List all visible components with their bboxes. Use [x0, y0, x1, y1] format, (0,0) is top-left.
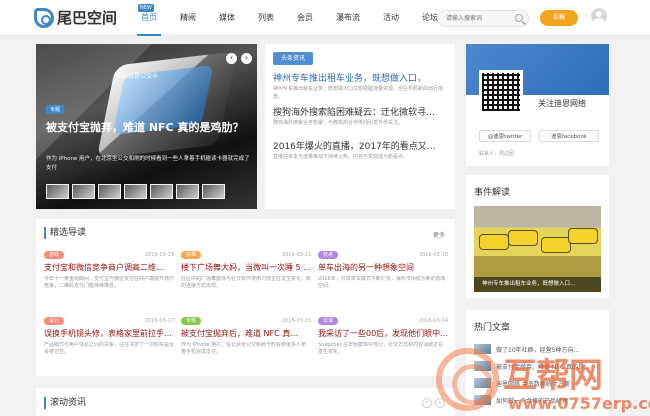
- featured-card-description: 作为 iPhone 用户，在北京坐公交和刷卡时看到很多人拿着手机完成支付。: [181, 342, 307, 355]
- news-description: 搜狗海外搜索业务暂缓，与微软的合作传闻引发外界关注。: [273, 120, 404, 126]
- featured-card-description: 今年十一黄金周期间，支付宝与微信支付在商户端展开激烈竞争，二维码支付门槛持续降低…: [44, 276, 174, 289]
- news-item[interactable]: 搜狗海外搜索陷困难疑云：迂化微软寻… 搜狗海外搜索业务暂缓，与微软的合作传闻引发…: [273, 107, 447, 135]
- featured-card-title[interactable]: 单车出海的另一种想象空间: [318, 262, 448, 273]
- post-date: 2016-03-15: [281, 317, 311, 324]
- post-date: 2016-03-19: [144, 251, 174, 258]
- category-pill[interactable]: 设计: [44, 316, 65, 325]
- featured-card-description: 社区中的广场舞群体与社交软件使用习惯正在发生变化，新的连接方式出现。: [181, 276, 311, 289]
- post-button[interactable]: 投稿: [540, 10, 578, 26]
- event-section-title: 事件解读: [474, 188, 511, 198]
- headline-news: 头条资讯 神州专车推出租车业务，既想做入口， 神州专车推出租车业务，既想做入口又…: [265, 44, 455, 209]
- site-watermark: 互帮网 www.0757erp.com: [436, 348, 650, 416]
- category-pill[interactable]: 访谈: [318, 316, 339, 325]
- hero-slider[interactable]: 手机就是公交卡 专题 被支付宝抛弃，难道 NFC 真的是鸡肋？ 作为 iPhon…: [36, 44, 257, 209]
- featured-grid: 游戏 2016-03-19 支付宝和微信竞争商户调高二维… 今年十一黄金周期间，支…: [44, 250, 452, 372]
- hero-title[interactable]: 被支付宝抛弃，难道 NFC 真的是鸡肋？: [46, 121, 252, 135]
- featured-card[interactable]: 专题 2016-03-15 被支付宝抛弃后，难道 NFC 真… 作为 iPhone…: [181, 316, 315, 372]
- hero-thumbnail[interactable]: [72, 184, 95, 199]
- follow-card: 关注迪恩网络 @迪恩twitter 迪恩facebook 联系人：周边团: [466, 44, 609, 166]
- category-pill[interactable]: 投稿: [181, 250, 202, 259]
- post-date: 2016-03-17: [144, 317, 174, 324]
- news-description: 直播在资本与流量推动下持续火热，内容与变现成为新看点。: [273, 154, 409, 160]
- follow-contact: 联系人：周边团: [479, 151, 515, 157]
- nav-waterfall[interactable]: 瀑布流: [332, 0, 364, 36]
- featured-card-title[interactable]: 楼下广场舞大妈，当微叫一次睡 5 …: [181, 262, 311, 273]
- nav-events[interactable]: 活动: [379, 0, 403, 36]
- post-date: 2016-03-21: [281, 251, 311, 258]
- news-description: 神州专车推出租车业务，既想做入口又想把握流量资源，也在布局新的出行场景。: [273, 86, 444, 100]
- featured-card[interactable]: 设计 2016-03-17 误换手机镜头修，表格家里前拉手… 产品细节与用户体验之…: [44, 316, 178, 372]
- logo-mark-icon: [34, 7, 54, 28]
- featured-card-title[interactable]: 被支付宝抛弃后，难道 NFC 真…: [181, 328, 311, 339]
- scrolling-news-title: 滚动资讯: [44, 397, 86, 409]
- watermark-text: 互帮网: [503, 356, 603, 396]
- search-input[interactable]: [446, 11, 520, 26]
- news-item[interactable]: 神州专车推出租车业务，既想做入口， 神州专车推出租车业务，既想做入口又想把握流量…: [273, 73, 447, 101]
- site-logo[interactable]: 尾巴空间 NEW: [34, 4, 154, 28]
- post-date: 2016-03-14: [418, 317, 448, 324]
- featured-card[interactable]: 技术 2016-03-18 单车出海的另一种想象空间 2016年，共享单车模式不断…: [318, 250, 452, 306]
- follow-title: 关注迪恩网络: [538, 99, 586, 108]
- more-link[interactable]: 更多: [433, 230, 445, 239]
- facebook-button[interactable]: 迪恩facebook: [539, 130, 599, 142]
- slider-previous-button[interactable]: ‹: [226, 53, 237, 64]
- category-pill[interactable]: 游戏: [44, 250, 65, 259]
- logo-text: 尾巴空间: [57, 9, 118, 27]
- hero-thumbnail[interactable]: [124, 184, 147, 199]
- hero-thumbnail[interactable]: [176, 184, 199, 199]
- qr-code-icon: [479, 70, 523, 114]
- featured-reading: 精选导读 更多 游戏 2016-03-19 支付宝和微信竞争商户调高二维… 今年十…: [36, 219, 455, 376]
- hero-thumbnail[interactable]: [150, 184, 173, 199]
- news-item[interactable]: 2016年爆火的直播，2017年的看点又… 直播在资本与流量推动下持续火热，内容…: [273, 141, 447, 169]
- hot-section-title: 热门文章: [474, 323, 511, 333]
- hero-thumbnails: [46, 184, 225, 199]
- twitter-button[interactable]: @迪恩twitter: [479, 130, 531, 142]
- event-image[interactable]: 神州专车推出租车业务，既想做入口…: [474, 206, 601, 292]
- hero-overlay-text: 手机就是公交卡: [116, 73, 159, 80]
- nav-home[interactable]: 首页: [137, 0, 161, 36]
- search-icon[interactable]: [515, 14, 523, 22]
- slider-next-button[interactable]: ›: [241, 53, 252, 64]
- previous-icon[interactable]: ‹: [422, 398, 432, 408]
- taxi-image: [568, 228, 598, 244]
- nav-list[interactable]: 列表: [254, 0, 278, 36]
- headline-chip[interactable]: 头条资讯: [273, 52, 314, 65]
- hero-description: 作为 iPhone 用户，在北京坐公交和刷的时候看到一些人拿着手机碰读卡器就完成…: [46, 156, 250, 171]
- news-title[interactable]: 神州专车推出租车业务，既想做入口，: [273, 73, 447, 85]
- featured-card[interactable]: 访谈 2016-03-14 我采访了一些00后，发现他们眼中… Snapchat …: [318, 316, 452, 372]
- watermark-circle-icon: [436, 348, 499, 411]
- featured-card-title[interactable]: 支付宝和微信竞争商户调高二维…: [44, 262, 174, 273]
- featured-card[interactable]: 投稿 2016-03-21 楼下广场舞大妈，当微叫一次睡 5 … 社区中的广场舞群…: [181, 250, 315, 306]
- post-date: 2016-03-18: [418, 251, 448, 258]
- featured-card-title[interactable]: 误换手机镜头修，表格家里前拉手…: [44, 328, 174, 339]
- search-box[interactable]: [437, 10, 529, 27]
- category-pill[interactable]: 技术: [318, 250, 339, 259]
- user-avatar[interactable]: [591, 8, 607, 24]
- site-header: 尾巴空间 NEW 首页 精阅 媒体 列表 会员 瀑布流 活动 论坛 关于 投稿: [0, 0, 650, 36]
- watermark-url: www.0757erp.com: [508, 394, 650, 413]
- featured-card[interactable]: 游戏 2016-03-19 支付宝和微信竞争商户调高二维… 今年十一黄金周期间，支…: [44, 250, 178, 306]
- featured-card-description: Snapchat 在年轻群体中流行，社交方式和内容消费正在发生变化。: [318, 342, 444, 355]
- nav-curated[interactable]: 精阅: [176, 0, 200, 36]
- category-pill[interactable]: 专题: [181, 316, 202, 325]
- taxi-image: [508, 230, 538, 246]
- featured-title: 精选导读: [44, 227, 86, 239]
- featured-card-title[interactable]: 我采访了一些00后，发现他们眼中…: [318, 328, 448, 339]
- scrolling-news: 滚动资讯 ‹ ›: [36, 388, 455, 416]
- featured-card-description: 2016年，共享单车模式不断扩张，海外市场成为新的想象空间。: [318, 276, 446, 289]
- hero-thumbnail[interactable]: [98, 184, 121, 199]
- taxi-image: [479, 234, 509, 250]
- news-title[interactable]: 搜狗海外搜索陷困难疑云：迂化微软寻…: [273, 107, 447, 119]
- featured-card-description: 产品细节与用户体验之间的关系，往往决定了一次购买是否会被记住。: [44, 342, 174, 355]
- nav-membership[interactable]: 会员: [293, 0, 317, 36]
- taxi-image: [541, 237, 571, 253]
- hero-thumbnail[interactable]: [202, 184, 225, 199]
- hero-tag[interactable]: 专题: [46, 105, 65, 114]
- event-caption[interactable]: 神州专车推出租车业务，既想做入口…: [474, 277, 601, 292]
- news-title[interactable]: 2016年爆火的直播，2017年的看点又…: [273, 141, 447, 153]
- hero-thumbnail[interactable]: [46, 184, 69, 199]
- nav-media[interactable]: 媒体: [215, 0, 239, 36]
- event-card: 事件解读 神州专车推出租车业务，既想做入口…: [466, 175, 609, 298]
